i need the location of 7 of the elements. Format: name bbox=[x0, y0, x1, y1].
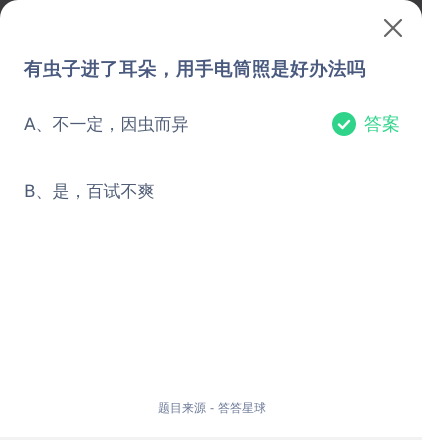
answer-label: 答案 bbox=[364, 113, 400, 136]
source-text: 题目来源 - 答答星球 bbox=[158, 401, 266, 415]
option-text[interactable]: A、不一定，因虫而异 bbox=[24, 112, 189, 136]
option-text[interactable]: B、是，百试不爽 bbox=[24, 180, 155, 202]
close-button[interactable] bbox=[382, 17, 404, 39]
question-text: 有虫子进了耳朵，用手电筒照是好办法吗 bbox=[24, 58, 367, 81]
check-icon bbox=[332, 112, 356, 136]
